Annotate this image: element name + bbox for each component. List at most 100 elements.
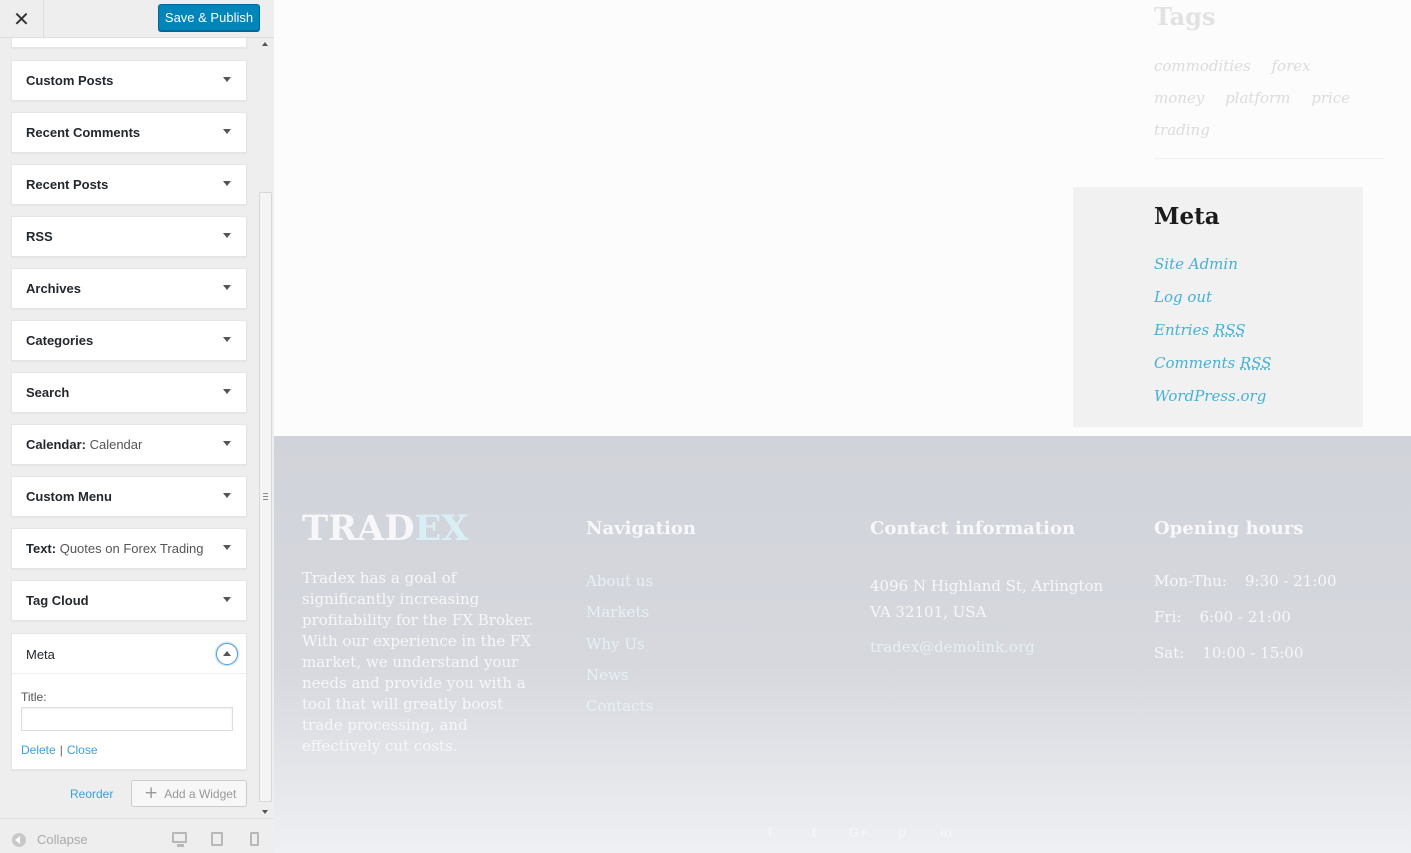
close-link[interactable]: Close	[67, 743, 98, 757]
tag-link[interactable]: platform	[1225, 89, 1290, 107]
meta-link-wordpress-org[interactable]: WordPress.org	[1154, 384, 1272, 417]
nav-link-news[interactable]: News	[586, 665, 653, 696]
expand-arrow-icon[interactable]	[223, 181, 231, 186]
widget-rss[interactable]: RSS	[11, 216, 247, 257]
meta-heading: Meta	[1154, 203, 1220, 230]
mobile-preview-icon[interactable]	[250, 832, 259, 846]
widget-title: Categories	[26, 333, 94, 348]
expand-arrow-icon[interactable]	[223, 597, 231, 602]
hours-row: Mon-Thu: 9:30 - 21:00	[1154, 572, 1337, 590]
meta-link-comments-rss[interactable]: Comments RSS	[1154, 351, 1272, 384]
widget-tag-cloud[interactable]: Tag Cloud	[11, 580, 247, 621]
expand-arrow-icon[interactable]	[223, 129, 231, 134]
nav-link-about-us[interactable]: About us	[586, 571, 653, 602]
contact-heading: Contact information	[870, 518, 1076, 539]
widget-title: Custom Posts	[26, 73, 114, 88]
hours-row: Sat: 10:00 - 15:00	[1154, 644, 1304, 662]
collapse-button[interactable]: Collapse	[12, 832, 88, 847]
collapse-label: Collapse	[37, 832, 88, 847]
collapse-toggle-icon[interactable]	[216, 643, 238, 665]
close-icon[interactable]: ✕	[0, 0, 44, 37]
meta-widget-preview: Meta Site Admin Log out Entries RSS Comm…	[1073, 187, 1363, 427]
twitter-icon[interactable]: t	[792, 824, 836, 840]
save-publish-button[interactable]: Save & Publish	[158, 4, 260, 31]
tag-link[interactable]: money	[1154, 89, 1204, 107]
widget-search[interactable]: Search	[11, 372, 247, 413]
title-input[interactable]	[21, 707, 233, 731]
widget-text[interactable]: Text: Quotes on Forex Trading	[11, 528, 247, 569]
site-logo[interactable]: TRADEX	[302, 508, 468, 549]
scroll-up-icon[interactable]	[262, 42, 268, 46]
scrollbar-thumb[interactable]	[259, 192, 272, 802]
nav-link-contacts[interactable]: Contacts	[586, 696, 653, 727]
footer-navigation: About us Markets Why Us News Contacts	[586, 571, 653, 727]
facebook-icon[interactable]: f	[748, 824, 792, 840]
meta-links: Site Admin Log out Entries RSS Comments …	[1154, 252, 1272, 417]
widget-title: Calendar: Calendar	[26, 437, 143, 452]
widget-title: Tag Cloud	[26, 593, 89, 608]
customizer-header: ✕ Save & Publish	[0, 0, 274, 38]
contact-address: 4096 N Highland St, Arlington VA 32101, …	[870, 577, 1104, 621]
site-footer: TRADEX Tradex has a goal of significantl…	[274, 436, 1411, 853]
expand-arrow-icon[interactable]	[223, 337, 231, 342]
widget-custom-menu[interactable]: Custom Menu	[11, 476, 247, 517]
widget-archives[interactable]: Archives	[11, 268, 247, 309]
widget-partial	[11, 38, 247, 48]
scroll-down-icon[interactable]	[262, 810, 268, 814]
widget-title: Text: Quotes on Forex Trading	[26, 541, 204, 556]
desktop-preview-icon[interactable]	[172, 832, 187, 847]
widget-meta-header[interactable]: Meta	[12, 634, 246, 674]
contact-email-link[interactable]: tradex@demolink.org	[870, 638, 1035, 656]
tag-link[interactable]: commodities	[1154, 57, 1251, 75]
add-widget-button[interactable]: + Add a Widget	[131, 780, 247, 807]
expand-arrow-icon[interactable]	[223, 285, 231, 290]
hours-heading: Opening hours	[1154, 518, 1304, 539]
reorder-link[interactable]: Reorder	[70, 787, 113, 801]
sidebar-scrollbar[interactable]	[258, 38, 274, 818]
nav-link-markets[interactable]: Markets	[586, 602, 653, 633]
tag-link[interactable]: price	[1311, 89, 1350, 107]
widget-title: RSS	[26, 229, 53, 244]
widget-actions: Delete | Close	[21, 743, 98, 757]
pinterest-icon[interactable]: p	[880, 824, 924, 840]
widget-title: Search	[26, 385, 70, 400]
separator: |	[59, 743, 63, 757]
tag-link[interactable]: forex	[1272, 57, 1311, 75]
opening-hours: Mon-Thu: 9:30 - 21:00 Fri: 6:00 - 21:00 Sa…	[1154, 571, 1337, 679]
plus-icon: +	[144, 783, 159, 803]
widget-recent-comments[interactable]: Recent Comments	[11, 112, 247, 153]
google-plus-icon[interactable]: G+	[836, 824, 880, 840]
expand-arrow-icon[interactable]	[223, 77, 231, 82]
widget-custom-posts[interactable]: Custom Posts	[11, 60, 247, 101]
tag-link[interactable]: trading	[1154, 121, 1210, 139]
widget-title: Custom Menu	[26, 489, 112, 504]
customizer-sidebar: ✕ Save & Publish Custom Posts Recent Com…	[0, 0, 274, 853]
meta-link-entries-rss[interactable]: Entries RSS	[1154, 318, 1272, 351]
about-text: Tradex has a goal of significantly incre…	[302, 569, 534, 755]
meta-link-site-admin[interactable]: Site Admin	[1154, 252, 1272, 285]
grip-icon	[263, 493, 268, 500]
title-field-label: Title:	[21, 690, 47, 704]
divider	[1154, 158, 1384, 159]
site-preview: Tags commodities forex money platform pr…	[274, 0, 1411, 853]
expand-arrow-icon[interactable]	[223, 441, 231, 446]
linkedin-icon[interactable]: in	[924, 824, 968, 840]
widget-categories[interactable]: Categories	[11, 320, 247, 361]
meta-link-log-out[interactable]: Log out	[1154, 285, 1272, 318]
widget-calendar[interactable]: Calendar: Calendar	[11, 424, 247, 465]
tag-cloud: commodities forex money platform price t…	[1154, 50, 1384, 146]
expand-arrow-icon[interactable]	[223, 389, 231, 394]
expand-arrow-icon[interactable]	[223, 545, 231, 550]
widget-list: Custom Posts Recent Comments Recent Post…	[0, 38, 258, 818]
delete-link[interactable]: Delete	[21, 743, 56, 757]
widget-subtitle: Calendar	[89, 437, 143, 452]
expand-arrow-icon[interactable]	[223, 493, 231, 498]
add-widget-label: Add a Widget	[164, 786, 237, 801]
tablet-preview-icon[interactable]	[211, 832, 223, 846]
expand-arrow-icon[interactable]	[223, 233, 231, 238]
widget-subtitle: Quotes on Forex Trading	[59, 541, 204, 556]
navigation-heading: Navigation	[586, 518, 696, 539]
widget-recent-posts[interactable]: Recent Posts	[11, 164, 247, 205]
nav-link-why-us[interactable]: Why Us	[586, 634, 653, 665]
collapse-arrow-icon	[12, 832, 26, 847]
